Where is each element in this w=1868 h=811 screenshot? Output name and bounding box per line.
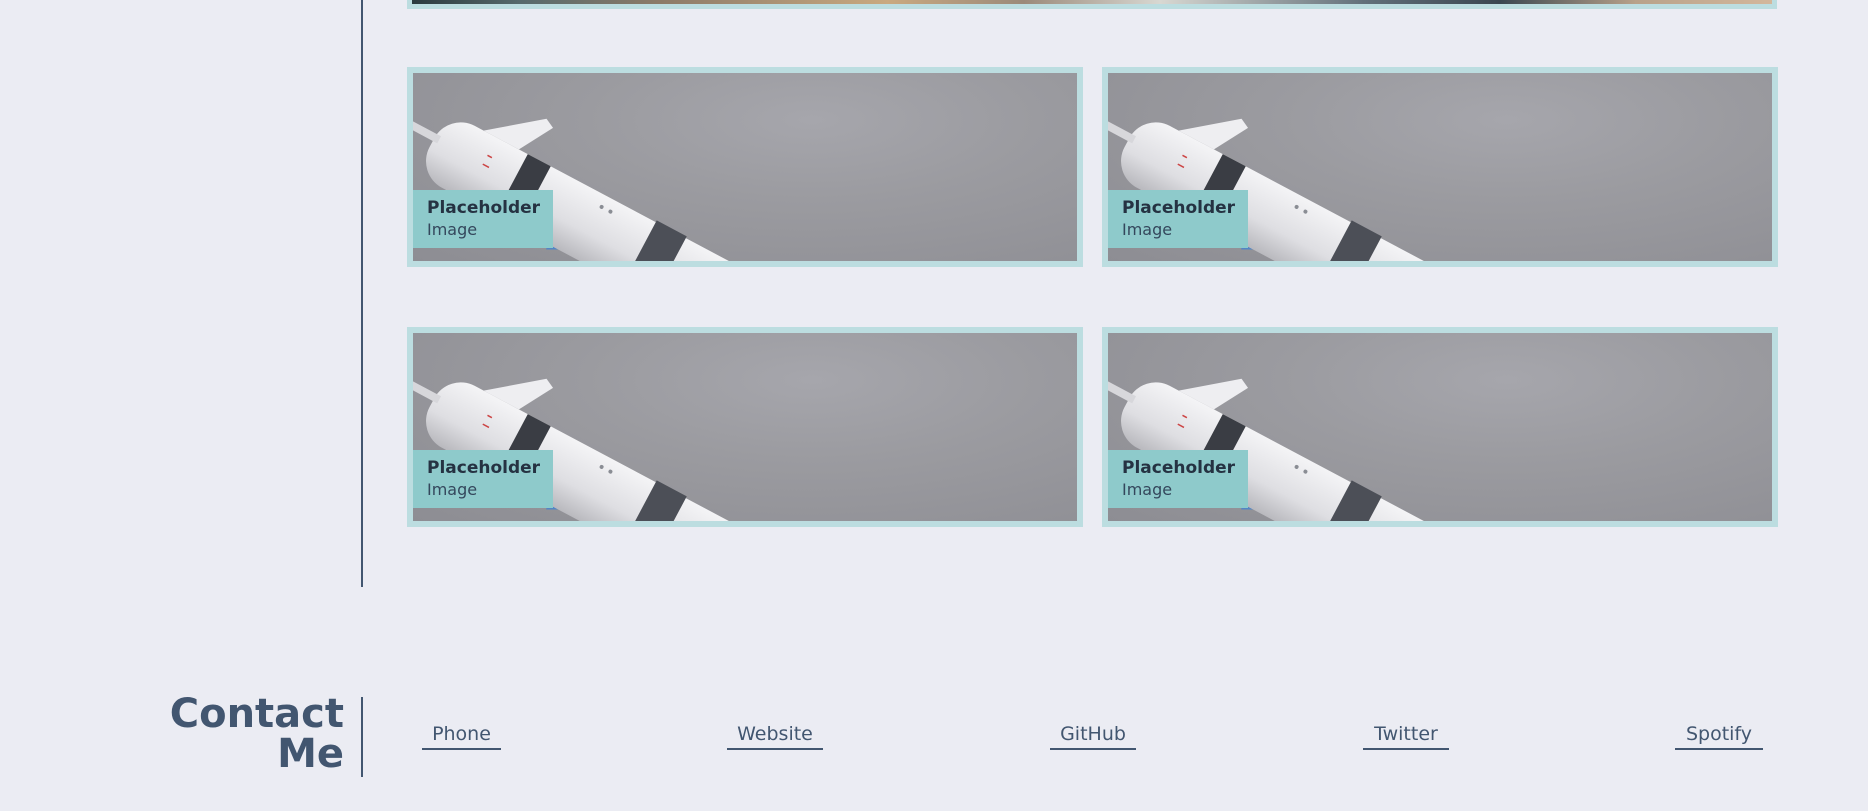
card-caption: Placeholder Image (1108, 450, 1248, 508)
card-caption: Placeholder Image (1108, 190, 1248, 248)
spotify-link[interactable]: Spotify (1675, 722, 1763, 750)
gallery-card[interactable]: Placeholder Image (407, 67, 1083, 267)
phone-link[interactable]: Phone (422, 722, 501, 750)
gallery-image-partial (412, 0, 1772, 4)
card-subtitle: Image (1122, 480, 1173, 499)
gallery-card[interactable]: Placeholder Image (1102, 327, 1778, 527)
gallery-card[interactable]: Placeholder Image (407, 327, 1083, 527)
contact-heading: Contact Me (140, 694, 344, 774)
card-title: Placeholder (1122, 458, 1236, 478)
contact-divider (361, 697, 363, 777)
card-subtitle: Image (427, 220, 478, 239)
contact-heading-line1: Contact (169, 691, 344, 737)
website-link[interactable]: Website (727, 722, 823, 750)
github-link[interactable]: GitHub (1050, 722, 1136, 750)
card-subtitle: Image (427, 480, 478, 499)
vertical-divider (361, 0, 363, 587)
card-title: Placeholder (1122, 198, 1236, 218)
card-caption: Placeholder Image (413, 190, 553, 248)
card-title: Placeholder (427, 198, 541, 218)
contact-heading-line2: Me (277, 731, 344, 777)
card-title: Placeholder (427, 458, 541, 478)
gallery-card[interactable]: Placeholder Image (1102, 67, 1778, 267)
gallery-card-partial[interactable] (407, 0, 1777, 9)
card-caption: Placeholder Image (413, 450, 553, 508)
twitter-link[interactable]: Twitter (1363, 722, 1449, 750)
card-subtitle: Image (1122, 220, 1173, 239)
